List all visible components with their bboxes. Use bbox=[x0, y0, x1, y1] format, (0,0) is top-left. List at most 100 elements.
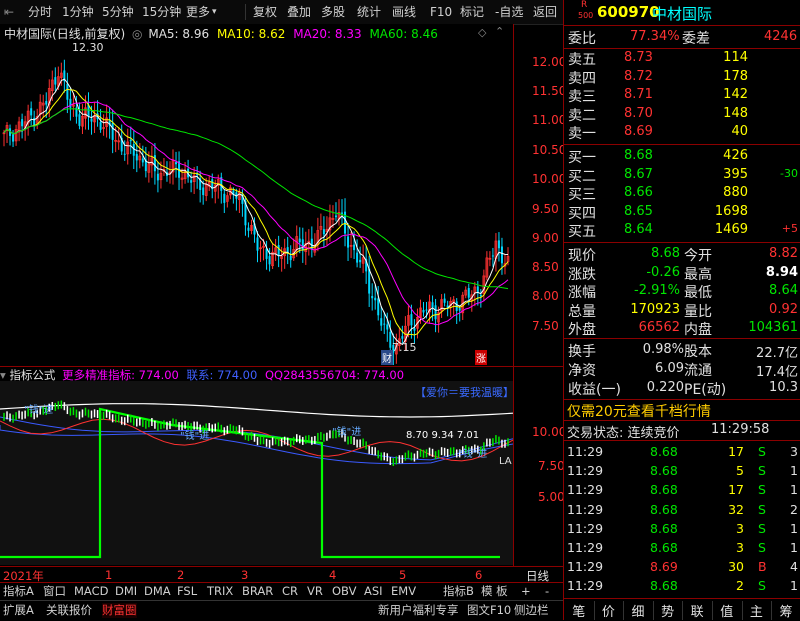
tab-macd[interactable]: MACD bbox=[74, 584, 108, 599]
candle-body bbox=[425, 309, 428, 311]
tab-remove[interactable]: - bbox=[545, 584, 549, 599]
tab-add[interactable]: + bbox=[521, 584, 531, 599]
tick-row[interactable]: 11:29 8.68 5 S 1 bbox=[564, 462, 800, 480]
weicha-label: 委差 bbox=[682, 31, 710, 47]
quote-label: 最低 bbox=[684, 285, 712, 301]
candle-body bbox=[491, 255, 494, 257]
add-watchlist-button[interactable]: -自选 bbox=[495, 3, 523, 21]
tab-indicator-a[interactable]: 指标A bbox=[3, 584, 34, 599]
tick-row[interactable]: 11:29 8.68 3 S 1 bbox=[564, 539, 800, 557]
back-button[interactable]: 返回 bbox=[533, 3, 557, 21]
tick-side: S bbox=[758, 482, 766, 498]
draw-line-button[interactable]: 画线 bbox=[392, 3, 416, 21]
candle-body bbox=[298, 238, 301, 243]
tab-trix[interactable]: TRIX bbox=[207, 584, 233, 599]
toolbar-left-icon[interactable]: ⇤ bbox=[4, 3, 14, 21]
tick-volume: 3 bbox=[736, 520, 744, 536]
period-tab-15min[interactable]: 15分钟 bbox=[142, 3, 181, 21]
indicator-qq-label: QQ2843556704: bbox=[264, 368, 361, 382]
tab-asi[interactable]: ASI bbox=[364, 584, 383, 599]
candle-body bbox=[356, 252, 359, 263]
tick-count: 1 bbox=[790, 482, 798, 498]
tab-fsl[interactable]: FSL bbox=[177, 584, 197, 599]
tab-extend-a[interactable]: 扩展A bbox=[3, 603, 34, 618]
chart-settings-icon[interactable]: ◎ bbox=[132, 27, 142, 41]
high-annotation: 12.30 bbox=[72, 41, 104, 54]
quote-label: 净资 bbox=[568, 363, 596, 379]
tick-count: 1 bbox=[790, 540, 798, 555]
candle-body bbox=[141, 158, 144, 163]
f10-button[interactable]: F10 bbox=[430, 3, 452, 21]
candle-body bbox=[289, 255, 292, 261]
tab-value[interactable]: 值 bbox=[712, 601, 743, 620]
quote-value: 0.98% bbox=[642, 342, 684, 357]
tab-linked[interactable]: 联 bbox=[682, 601, 713, 620]
tab-window[interactable]: 窗口 bbox=[43, 584, 66, 599]
tab-main[interactable]: 主 bbox=[742, 601, 773, 620]
tick-row[interactable]: 11:29 8.68 17 S 1 bbox=[564, 481, 800, 499]
more-dropdown-icon[interactable]: ▾ bbox=[212, 3, 217, 21]
tab-new-user-welfare[interactable]: 新用户福利专享 bbox=[378, 603, 459, 618]
tab-obv[interactable]: OBV bbox=[332, 584, 356, 599]
tick-row[interactable]: 11:29 8.68 2 S 1 bbox=[564, 577, 800, 595]
quote-value: 17.4亿 bbox=[756, 365, 798, 380]
tab-chips[interactable]: 筹 bbox=[771, 601, 800, 620]
indicator-axis: 10.00 7.50 5.00 bbox=[514, 367, 566, 565]
tick-list[interactable]: 11:29 8.68 17 S 3 11:29 8.68 5 S 1 11:29 8.68 17 S 1 11… bbox=[564, 440, 800, 597]
tick-row[interactable]: 11:29 8.68 32 S 2 bbox=[564, 501, 800, 519]
tab-price[interactable]: 价 bbox=[594, 601, 625, 620]
candle-body bbox=[410, 314, 413, 326]
tick-price: 8.68 bbox=[650, 463, 678, 479]
ask-label: 卖二 bbox=[568, 107, 596, 124]
kline-chart[interactable] bbox=[0, 42, 513, 367]
candle-body bbox=[401, 336, 404, 339]
ask-label: 卖一 bbox=[568, 126, 596, 142]
candle-body bbox=[99, 122, 102, 130]
indicator-collapse-icon[interactable]: ▾ bbox=[0, 368, 6, 382]
tab-detail[interactable]: 细 bbox=[623, 601, 654, 620]
tab-cr[interactable]: CR bbox=[282, 584, 298, 599]
tab-trades[interactable]: 笔 bbox=[564, 601, 595, 620]
tick-row[interactable]: 11:29 8.68 17 S 3 bbox=[564, 443, 800, 461]
mark-button[interactable]: 标记 bbox=[460, 3, 484, 21]
candle-body bbox=[265, 248, 268, 259]
stock-badge-num: 500 bbox=[578, 11, 594, 20]
tab-emv[interactable]: EMV bbox=[391, 584, 416, 599]
tab-dma[interactable]: DMA bbox=[144, 584, 171, 599]
promo-bar[interactable]: 仅需20元查看千档行情 bbox=[564, 399, 800, 421]
statistics-button[interactable]: 统计 bbox=[357, 3, 381, 21]
promo-text[interactable]: 仅需20元查看千档行情 bbox=[567, 401, 711, 421]
indicator-chart[interactable] bbox=[0, 381, 513, 565]
period-tab-1min[interactable]: 1分钟 bbox=[62, 3, 94, 21]
tab-related-quote[interactable]: 关联报价 bbox=[46, 603, 92, 618]
cai-badge[interactable]: 财 bbox=[381, 350, 393, 365]
tick-row[interactable]: 11:29 8.69 30 B 4 bbox=[564, 558, 800, 576]
quote-label: 股本 bbox=[684, 344, 712, 360]
chart-collapse-icon[interactable]: ⌃ bbox=[495, 25, 504, 38]
indicator-bg bbox=[0, 381, 513, 565]
tab-template[interactable]: 模 板 bbox=[481, 584, 508, 599]
tab-trend[interactable]: 势 bbox=[653, 601, 684, 620]
indicator-formula-label[interactable]: 指标公式 bbox=[9, 368, 55, 382]
tab-wealth-circle[interactable]: 财富圈 bbox=[102, 603, 137, 618]
tick-row[interactable]: 11:29 8.68 3 S 1 bbox=[564, 520, 800, 538]
zhang-badge[interactable]: 涨 bbox=[475, 350, 487, 365]
more-menu[interactable]: 更多 bbox=[186, 3, 210, 21]
tab-indicator-b[interactable]: 指标B bbox=[443, 584, 474, 599]
tab-f10-graphic[interactable]: 图文F10 bbox=[467, 603, 511, 618]
tab-vr[interactable]: VR bbox=[307, 584, 323, 599]
ask-price: 8.72 bbox=[624, 68, 653, 84]
multi-stock-button[interactable]: 多股 bbox=[321, 3, 345, 21]
period-tab-timeshare[interactable]: 分时 bbox=[28, 3, 52, 21]
tab-dmi[interactable]: DMI bbox=[115, 584, 137, 599]
tab-brar[interactable]: BRAR bbox=[242, 584, 273, 599]
period-tab-5min[interactable]: 5分钟 bbox=[102, 3, 134, 21]
tick-volume: 17 bbox=[728, 482, 744, 498]
tab-sidebar[interactable]: 侧边栏 bbox=[514, 603, 549, 618]
fuquan-button[interactable]: 复权 bbox=[253, 3, 277, 21]
ask-volume: 148 bbox=[723, 105, 748, 121]
overlay-button[interactable]: 叠加 bbox=[287, 3, 311, 21]
chart-diamond-icon[interactable]: ◇ bbox=[478, 26, 486, 39]
candle-body bbox=[123, 153, 126, 155]
quote-value: 66562 bbox=[638, 320, 680, 335]
